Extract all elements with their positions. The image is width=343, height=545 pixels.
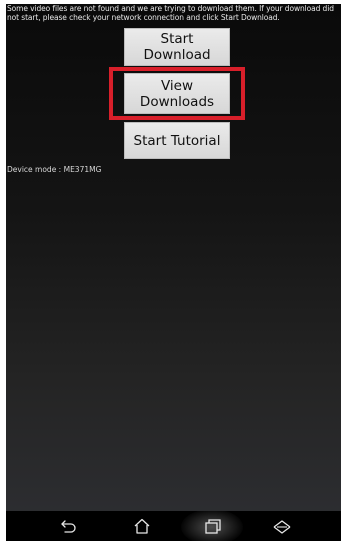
- navigation-bar: [6, 509, 341, 541]
- home-icon[interactable]: [132, 517, 152, 535]
- device-mode-text: Device mode : ME371MG: [7, 165, 102, 174]
- recent-apps-icon[interactable]: [203, 517, 223, 535]
- start-download-label: Start Download: [143, 31, 211, 63]
- start-tutorial-label: Start Tutorial: [133, 132, 221, 149]
- download-notice: Some video files are not found and we ar…: [7, 4, 334, 22]
- menu-icon[interactable]: [272, 517, 292, 535]
- start-tutorial-button[interactable]: Start Tutorial: [124, 122, 230, 159]
- app-screen: Some video files are not found and we ar…: [6, 4, 341, 541]
- back-icon[interactable]: [59, 517, 79, 535]
- highlight-box: [109, 67, 245, 120]
- start-download-button[interactable]: Start Download: [124, 28, 230, 66]
